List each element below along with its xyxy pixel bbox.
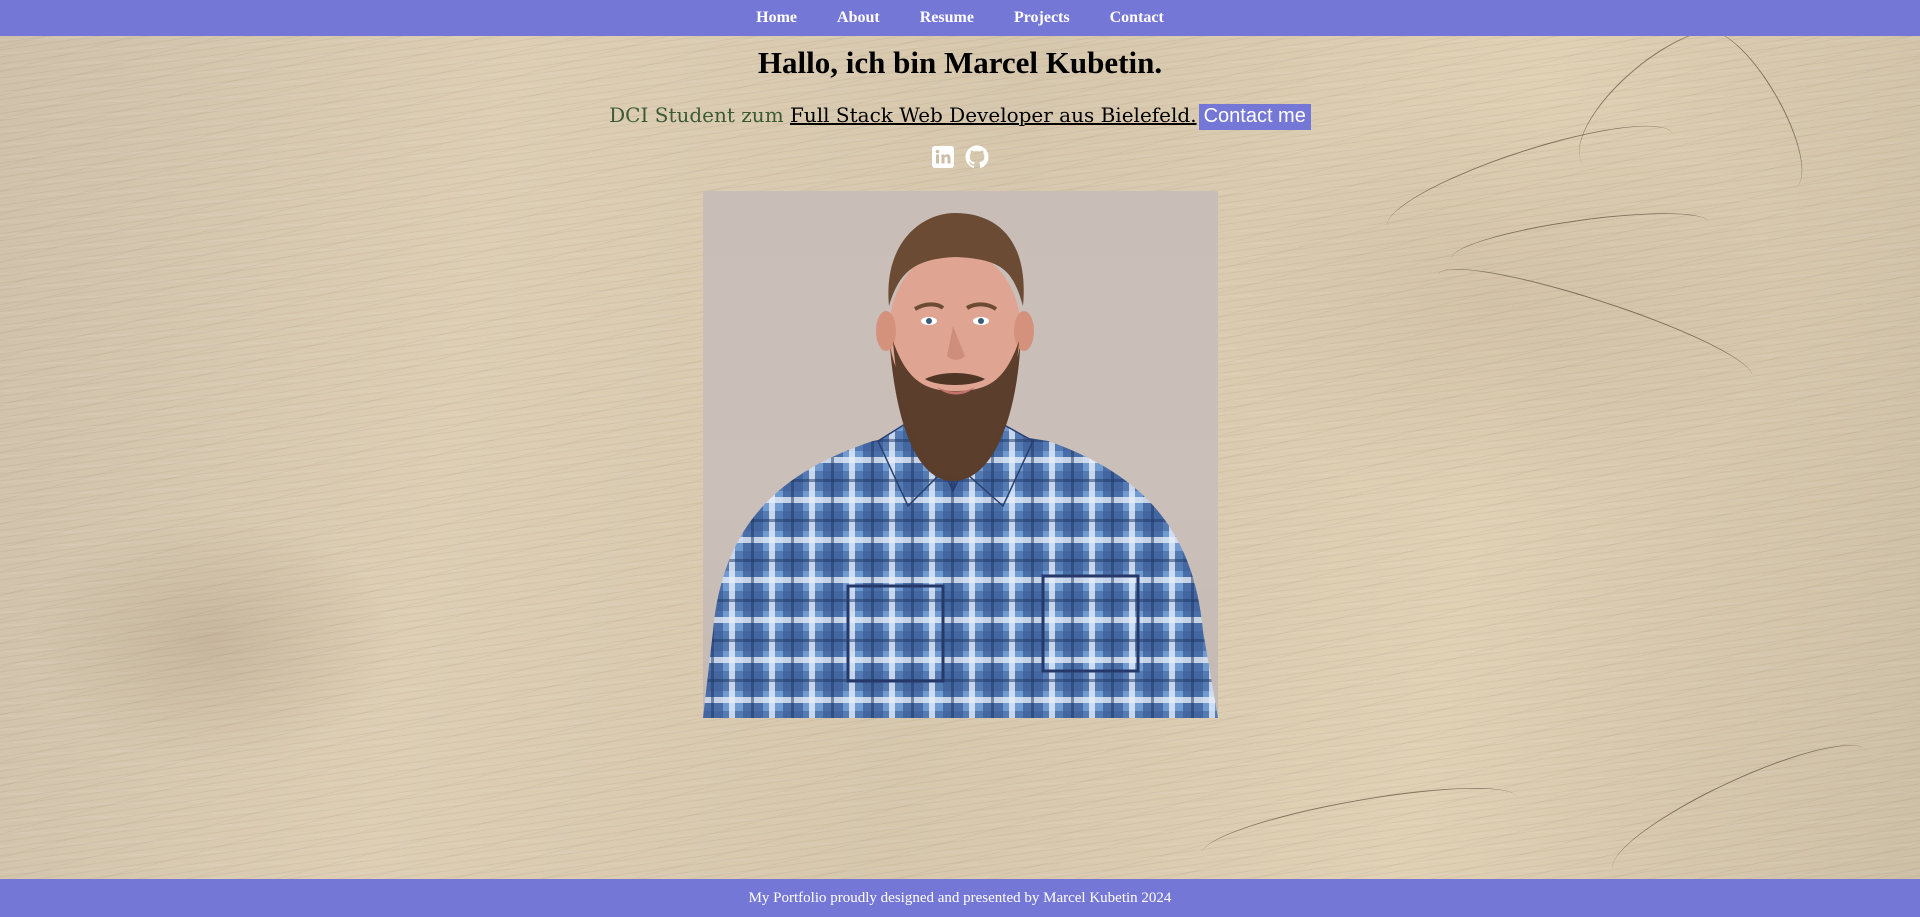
page-footer: My Portfolio proudly designed and presen… bbox=[0, 879, 1920, 917]
nav-projects[interactable]: Projects bbox=[1014, 9, 1070, 27]
nav-about[interactable]: About bbox=[837, 9, 880, 27]
nav-home[interactable]: Home bbox=[756, 9, 797, 27]
wood-crack bbox=[1600, 723, 1880, 898]
profile-photo bbox=[703, 191, 1218, 718]
footer-text: My Portfolio proudly designed and presen… bbox=[748, 889, 1172, 906]
top-navbar: Home About Resume Projects Contact bbox=[0, 0, 1920, 36]
nav-resume[interactable]: Resume bbox=[920, 9, 974, 27]
linkedin-icon[interactable] bbox=[931, 145, 955, 169]
subtitle-prefix: DCI Student zum bbox=[609, 103, 784, 127]
subtitle-role-link[interactable]: Full Stack Web Developer aus Bielefeld. bbox=[790, 103, 1197, 127]
page-title: Hallo, ich bin Marcel Kubetin. bbox=[757, 45, 1163, 80]
hero-subtitle: DCI Student zum Full Stack Web Developer… bbox=[0, 103, 1920, 130]
github-icon[interactable] bbox=[965, 145, 989, 169]
nav-contact[interactable]: Contact bbox=[1110, 9, 1164, 27]
wood-crack bbox=[1198, 772, 1522, 879]
social-links bbox=[0, 145, 1920, 169]
wood-crack bbox=[1430, 250, 1760, 401]
contact-me-button[interactable]: Contact me bbox=[1198, 104, 1311, 130]
